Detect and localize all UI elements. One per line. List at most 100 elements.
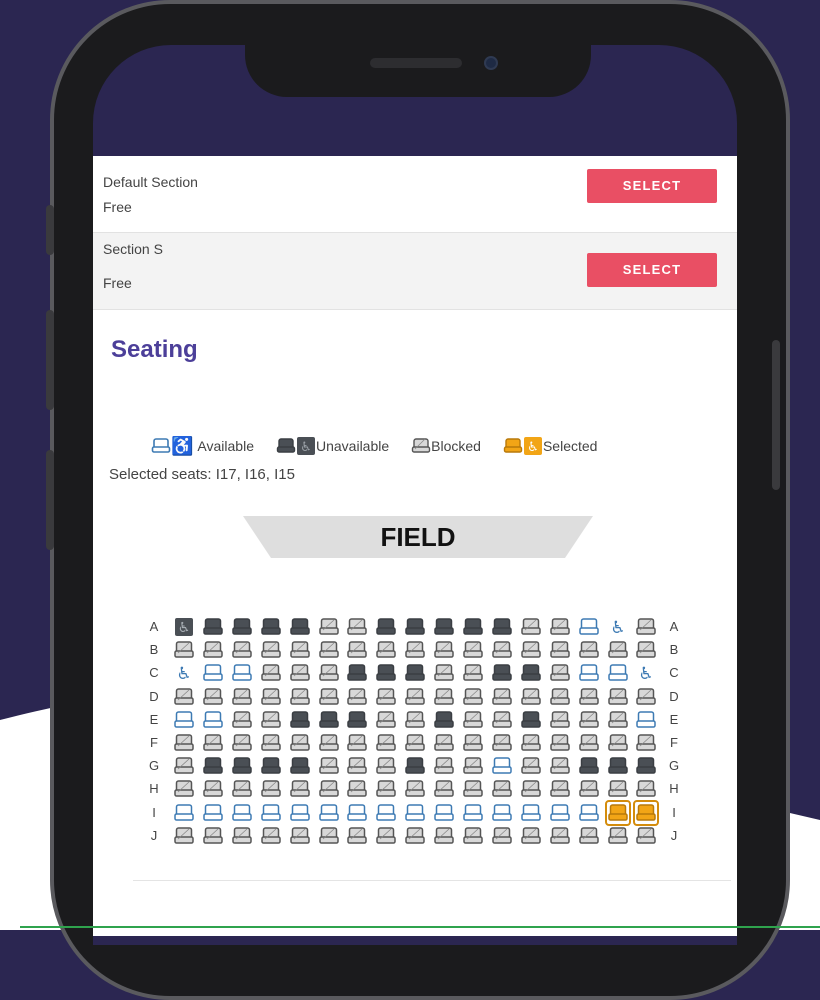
row-label: B [149, 642, 159, 658]
seat [635, 755, 657, 777]
seat [375, 778, 397, 800]
phone-side-button [772, 340, 780, 490]
seat [318, 755, 340, 777]
seat [520, 825, 542, 847]
seat[interactable] [607, 662, 629, 684]
seat [173, 755, 195, 777]
svg-text:♿: ♿ [639, 664, 654, 684]
wheelchair-seat-icon[interactable]: ♿ [607, 616, 629, 638]
seat [318, 825, 340, 847]
row-label: F [670, 735, 678, 750]
seat [491, 639, 513, 661]
seat [578, 732, 600, 754]
seat [260, 616, 282, 638]
row-label: D [669, 688, 679, 704]
seat [549, 732, 571, 754]
seat[interactable] [375, 802, 397, 824]
seat[interactable] [318, 802, 340, 824]
seat [289, 662, 311, 684]
seat [433, 732, 455, 754]
seat [202, 755, 224, 777]
seat [260, 825, 282, 847]
seat [260, 662, 282, 684]
wheelchair-seat-icon[interactable]: ♿ [173, 616, 195, 638]
seat[interactable] [462, 802, 484, 824]
seat [433, 616, 455, 638]
seat [607, 755, 629, 777]
seat [433, 686, 455, 708]
seat [404, 778, 426, 800]
seat[interactable] [231, 662, 253, 684]
seat [260, 686, 282, 708]
seat [404, 616, 426, 638]
seat [549, 709, 571, 731]
seat[interactable] [404, 802, 426, 824]
seat [289, 732, 311, 754]
wheelchair-seat-icon[interactable]: ♿ [173, 662, 195, 684]
seat [318, 686, 340, 708]
seat [375, 755, 397, 777]
seat[interactable] [633, 799, 660, 826]
seat[interactable] [549, 802, 571, 824]
seat [173, 825, 195, 847]
seat[interactable] [578, 802, 600, 824]
seat [404, 755, 426, 777]
seat [462, 732, 484, 754]
wheelchair-seat-icon[interactable]: ♿ [635, 662, 657, 684]
seat[interactable] [604, 799, 631, 826]
seat[interactable] [578, 616, 600, 638]
seat [549, 616, 571, 638]
seat [462, 825, 484, 847]
seat [231, 709, 253, 731]
row-label: G [148, 758, 160, 774]
seat [549, 778, 571, 800]
seating-page: Default Section Free SELECT Section S Fr… [93, 156, 737, 936]
seat [520, 639, 542, 661]
seat[interactable] [491, 802, 513, 824]
row-label: C [149, 665, 159, 681]
seat [549, 662, 571, 684]
svg-text:♿: ♿ [610, 618, 625, 638]
seat [520, 662, 542, 684]
seat[interactable] [520, 802, 542, 824]
seat [433, 825, 455, 847]
seat [231, 825, 253, 847]
seat [404, 639, 426, 661]
seat [607, 732, 629, 754]
seat [346, 825, 368, 847]
seat [260, 709, 282, 731]
seat[interactable] [202, 802, 224, 824]
seat[interactable] [173, 802, 195, 824]
seat[interactable] [491, 755, 513, 777]
seat [549, 755, 571, 777]
seat [202, 616, 224, 638]
seat [231, 686, 253, 708]
seat [260, 755, 282, 777]
seat[interactable] [231, 802, 253, 824]
seat [375, 686, 397, 708]
seat[interactable] [173, 709, 195, 731]
divider [133, 880, 731, 881]
seat[interactable] [635, 709, 657, 731]
seat[interactable] [578, 662, 600, 684]
seat[interactable] [260, 802, 282, 824]
seat [404, 686, 426, 708]
svg-text:♿: ♿ [178, 620, 191, 636]
seat[interactable] [346, 802, 368, 824]
seat [346, 686, 368, 708]
seat [462, 662, 484, 684]
seat [260, 778, 282, 800]
seat [462, 639, 484, 661]
seat[interactable] [202, 662, 224, 684]
seat [520, 732, 542, 754]
seat [578, 778, 600, 800]
seat[interactable] [202, 709, 224, 731]
seat [607, 709, 629, 731]
row-label: A [149, 619, 159, 634]
seat [260, 732, 282, 754]
seat[interactable] [289, 802, 311, 824]
seat [289, 778, 311, 800]
seat [433, 662, 455, 684]
seat[interactable] [433, 802, 455, 824]
seat [578, 825, 600, 847]
